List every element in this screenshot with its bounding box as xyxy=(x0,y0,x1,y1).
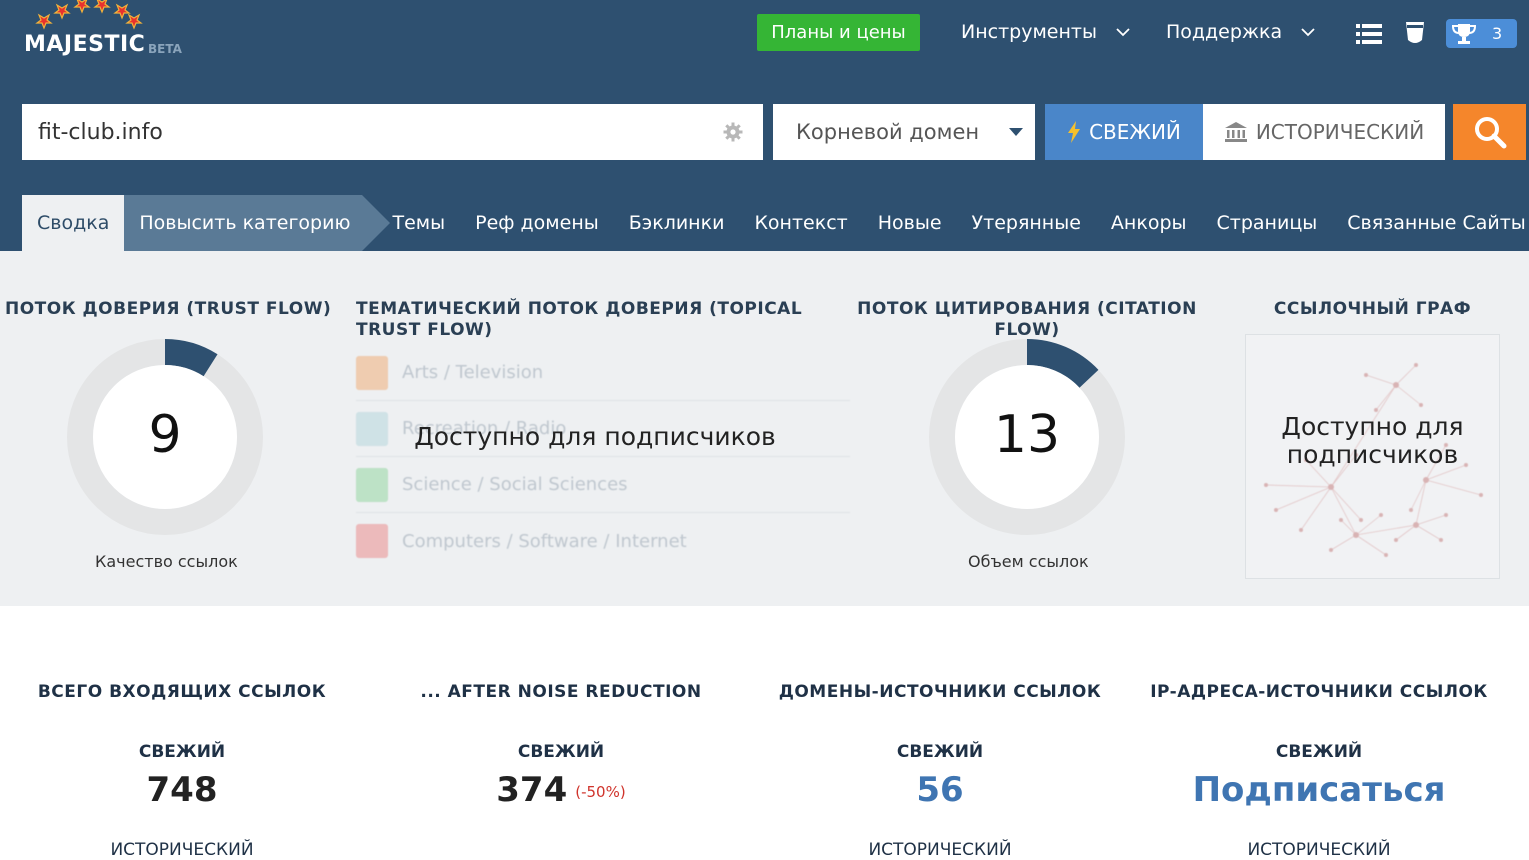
topical-subscribers-overlay[interactable]: Доступно для подписчиков xyxy=(356,423,834,451)
trophy-count: 3 xyxy=(1492,24,1503,43)
stat-value: 374 (-50%) xyxy=(371,770,751,810)
trust-flow-value: 9 xyxy=(148,405,182,465)
list-icon[interactable] xyxy=(1356,23,1382,45)
topical-trust-flow-title: ТЕМАТИЧЕСКИЙ ПОТОК ДОВЕРИЯ (TOPICAL TRUS… xyxy=(356,299,803,340)
fresh-index-label: СВЕЖИЙ xyxy=(1089,120,1181,144)
topical-row: Computers / Software / Internet xyxy=(356,513,850,569)
link-graph-subscribers-overlay: Доступно для подписчиков xyxy=(1281,412,1464,469)
historic-index-label: ИСТОРИЧЕСКИЙ xyxy=(1255,120,1425,144)
stat-index-label: СВЕЖИЙ xyxy=(1275,742,1363,762)
cup-icon[interactable] xyxy=(1404,20,1426,46)
stats-section: ВСЕГО ВХОДЯЩИХ ССЫЛОК СВЕЖИЙ 748 ИСТОРИЧ… xyxy=(0,606,1529,860)
tab-ref-domains[interactable]: Реф домены xyxy=(460,195,614,251)
topical-label: Science / Social Sciences xyxy=(402,474,628,495)
metrics-panel: ПОТОК ДОВЕРИЯ (TRUST FLOW) 9 Качество сс… xyxy=(0,251,1529,606)
topical-row: Science / Social Sciences xyxy=(356,457,850,513)
stat-historic-label: ИСТОРИЧЕСКИЙ xyxy=(110,840,254,860)
search-icon xyxy=(1474,117,1506,149)
stat-value[interactable]: 748 xyxy=(0,770,372,810)
topical-swatch xyxy=(356,524,388,558)
stat-index-label: СВЕЖИЙ xyxy=(517,742,605,762)
scope-select-value: Корневой домен xyxy=(796,120,980,144)
stat-number: 56 xyxy=(916,770,964,810)
search-container xyxy=(22,104,763,160)
citation-flow-donut[interactable]: 13 xyxy=(929,339,1125,535)
link-graph-title: ССЫЛОЧНЫЙ ГРАФ xyxy=(1273,299,1472,319)
stat-number: Подписаться xyxy=(1192,770,1446,810)
stat-number: 748 xyxy=(146,770,218,810)
stat-historic-label: ИСТОРИЧЕСКИЙ xyxy=(1247,840,1391,860)
stat-historic-label: ИСТОРИЧЕСКИЙ xyxy=(868,840,1012,860)
stat-title: IP-АДРЕСА-ИСТОЧНИКИ ССЫЛОК xyxy=(1150,682,1488,702)
tab-summary[interactable]: Сводка xyxy=(22,195,125,251)
stat-title: ... AFTER NOISE REDUCTION xyxy=(420,682,702,702)
stat-title: ДОМЕНЫ-ИСТОЧНИКИ ССЫЛОК xyxy=(778,682,1102,702)
topical-list: Arts / Television Recreation / Radio Sci… xyxy=(356,345,850,585)
tab-related-sites[interactable]: Связанные Сайты xyxy=(1332,195,1529,251)
search-button[interactable] xyxy=(1453,104,1526,160)
stat-index-label: СВЕЖИЙ xyxy=(138,742,226,762)
trust-flow-caption: Качество ссылок xyxy=(95,552,238,571)
logo-text: MAJESTIC xyxy=(24,32,146,57)
trust-flow-title: ПОТОК ДОВЕРИЯ (TRUST FLOW) xyxy=(5,299,332,319)
tab-lost[interactable]: Утерянные xyxy=(957,195,1096,251)
top-header: MAJESTIC BETA Планы и цены Инструменты П… xyxy=(0,0,1529,251)
topical-row: Arts / Television xyxy=(356,345,850,401)
support-menu-label: Поддержка xyxy=(1166,21,1283,43)
stat-index-label: СВЕЖИЙ xyxy=(896,742,984,762)
gear-icon[interactable] xyxy=(723,122,743,142)
caret-down-icon xyxy=(1009,128,1023,136)
chevron-down-icon xyxy=(1301,28,1315,37)
logo-beta-label: BETA xyxy=(148,42,182,56)
citation-flow-title: ПОТОК ЦИТИРОВАНИЯ (CITATION FLOW) xyxy=(857,299,1197,340)
trophy-icon xyxy=(1452,23,1476,44)
tab-pages[interactable]: Страницы xyxy=(1202,195,1333,251)
plans-button[interactable]: Планы и цены xyxy=(757,14,920,51)
stat-delta: (-50%) xyxy=(575,782,626,801)
bank-icon xyxy=(1224,122,1247,142)
stat-value[interactable]: 56 xyxy=(750,770,1130,810)
report-tabs: Сводка Повысить категорию Темы Реф домен… xyxy=(22,195,1529,251)
tools-menu[interactable]: Инструменты xyxy=(961,21,1131,43)
topical-label: Computers / Software / Internet xyxy=(402,530,687,552)
citation-flow-value: 13 xyxy=(993,405,1061,465)
tab-backlinks[interactable]: Бэклинки xyxy=(614,195,740,251)
trust-flow-donut[interactable]: 9 xyxy=(67,339,263,535)
search-input[interactable] xyxy=(22,104,702,160)
trust-flow-arc xyxy=(164,339,218,377)
topical-swatch xyxy=(356,355,388,390)
lightning-icon xyxy=(1068,121,1081,143)
tab-anchors[interactable]: Анкоры xyxy=(1096,195,1202,251)
tools-menu-label: Инструменты xyxy=(961,21,1097,43)
topical-swatch xyxy=(356,467,388,502)
support-menu[interactable]: Поддержка xyxy=(1166,21,1316,43)
tab-context[interactable]: Контекст xyxy=(739,195,862,251)
stat-number: 374 xyxy=(496,770,568,810)
topical-label: Arts / Television xyxy=(402,362,544,383)
scope-select[interactable]: Корневой домен xyxy=(773,104,1035,160)
historic-index-button[interactable]: ИСТОРИЧЕСКИЙ xyxy=(1203,104,1445,160)
subscribe-link[interactable]: Подписаться xyxy=(1129,770,1509,810)
stat-title: ВСЕГО ВХОДЯЩИХ ССЫЛОК xyxy=(37,682,327,702)
link-graph-preview[interactable]: Доступно для подписчиков xyxy=(1245,334,1500,579)
tab-new[interactable]: Новые xyxy=(863,195,957,251)
chevron-down-icon xyxy=(1116,28,1130,37)
trophy-badge[interactable]: 3 xyxy=(1446,19,1517,48)
majestic-logo[interactable]: MAJESTIC BETA xyxy=(24,0,194,60)
fresh-index-button[interactable]: СВЕЖИЙ xyxy=(1045,104,1203,160)
citation-flow-caption: Объем ссылок xyxy=(968,552,1089,571)
tab-upgrade[interactable]: Повысить категорию xyxy=(124,195,391,251)
logo-stars-icon xyxy=(35,0,143,30)
